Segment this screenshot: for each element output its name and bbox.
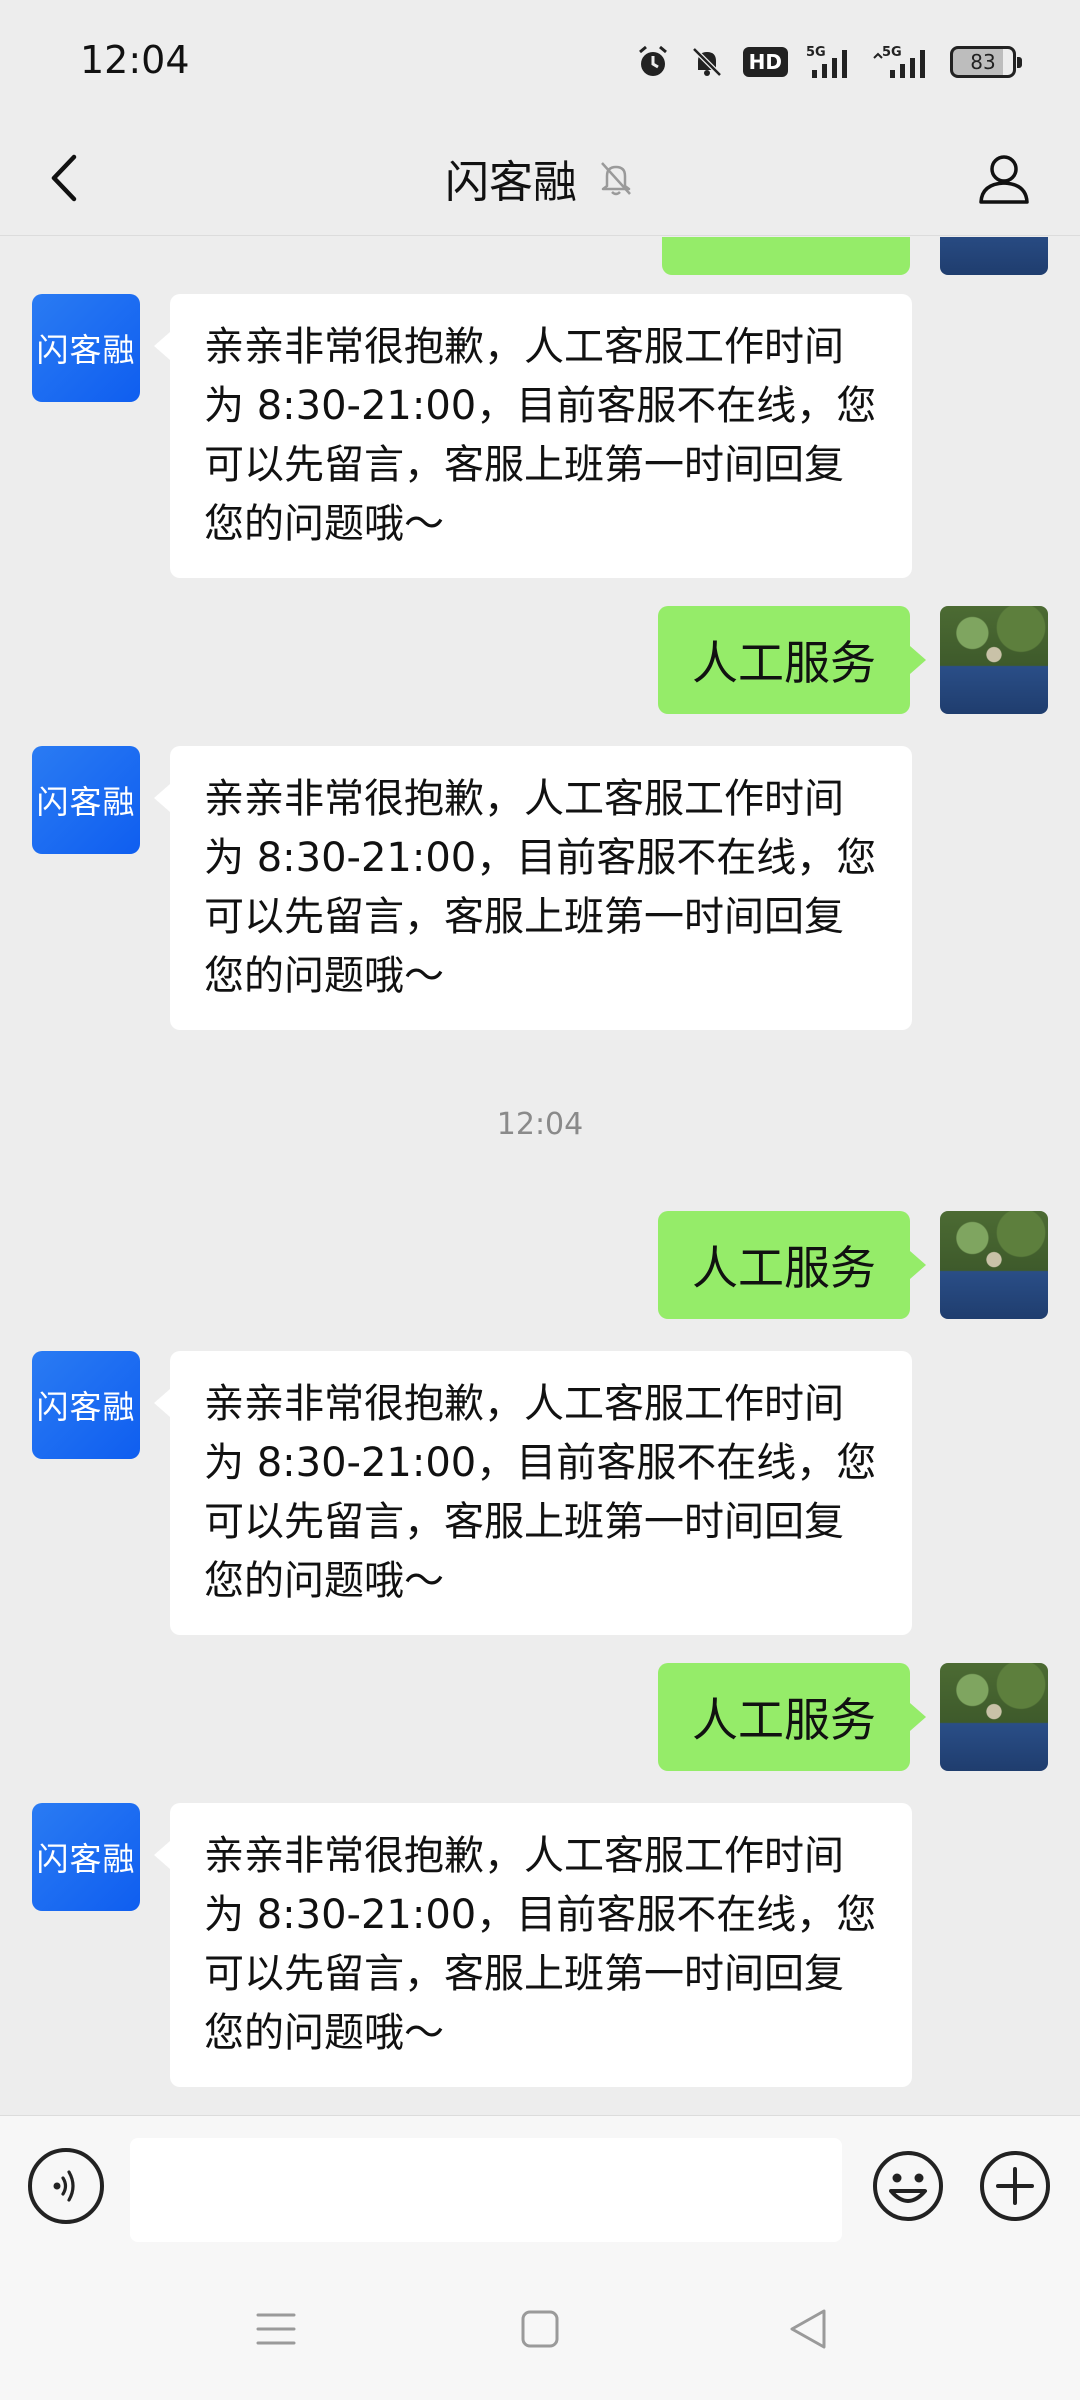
user-avatar[interactable] [940, 1663, 1048, 1771]
message-input[interactable] [130, 2138, 842, 2242]
received-bubble[interactable]: 亲亲非常很抱歉，人工客服工作时间为 8:30-21:00，目前客服不在线，您可以… [154, 294, 912, 578]
more-actions-button[interactable] [975, 2146, 1055, 2226]
received-bubble[interactable]: 亲亲非常很抱歉，人工客服工作时间为 8:30-21:00，目前客服不在线，您可以… [154, 1803, 912, 2087]
triangle-back-icon [790, 2309, 826, 2349]
person-icon [979, 155, 1029, 204]
sent-bubble[interactable]: 人工服务 [658, 606, 926, 714]
bell-slash-icon [601, 162, 631, 196]
battery-icon: 83 [950, 46, 1022, 78]
home-button[interactable] [508, 2297, 572, 2361]
menu-icon [256, 2313, 296, 2345]
bot-avatar[interactable]: 闪客融 [32, 294, 140, 402]
voice-input-button[interactable] [28, 2148, 104, 2224]
square-icon [521, 2310, 559, 2348]
battery-level: 83 [970, 50, 996, 74]
sent-bubble[interactable]: 人工服务 [658, 1663, 926, 1771]
chat-title-wrap: 闪客融 [0, 148, 1080, 208]
bot-avatar-label: 闪客融 [36, 783, 136, 821]
svg-text:5G: 5G [882, 45, 902, 60]
chat-title: 闪客融 [445, 157, 577, 208]
status-icons: HD 5G 5G 83 [635, 40, 1022, 84]
system-navigation-bar [0, 2255, 1080, 2400]
recent-apps-button[interactable] [244, 2297, 308, 2361]
user-avatar[interactable] [940, 606, 1048, 714]
bot-avatar[interactable]: 闪客融 [32, 746, 140, 854]
input-bar [0, 2115, 1080, 2255]
svg-text:5G: 5G [806, 45, 826, 60]
emoji-icon [873, 2151, 943, 2221]
hd-badge: HD [742, 47, 788, 77]
chat-timestamp: 12:04 [496, 1107, 584, 1142]
bot-avatar[interactable]: 闪客融 [32, 1803, 140, 1911]
status-time: 12:04 [80, 38, 190, 82]
alarm-icon [638, 45, 667, 76]
bot-avatar-label: 闪客融 [36, 1388, 136, 1426]
back-system-button[interactable] [776, 2297, 840, 2361]
received-bubble[interactable]: 亲亲非常很抱歉，人工客服工作时间为 8:30-21:00，目前客服不在线，您可以… [154, 1351, 912, 1635]
bot-avatar-label: 闪客融 [36, 331, 136, 369]
chat-header: 闪客融 [0, 120, 1080, 236]
sent-bubble[interactable]: 人工服务 [658, 1211, 926, 1319]
chat-message-list[interactable]: 闪客融 亲亲非常很抱歉，人工客服工作时间为 8:30-21:00，目前客服不在线… [0, 237, 1080, 2115]
plus-icon [980, 2151, 1050, 2221]
received-bubble[interactable]: 亲亲非常很抱歉，人工客服工作时间为 8:30-21:00，目前客服不在线，您可以… [154, 746, 912, 1030]
chat-info-button[interactable] [968, 142, 1040, 214]
emoji-button[interactable] [868, 2146, 948, 2226]
user-avatar[interactable] [940, 1211, 1048, 1319]
mute-notification-icon [691, 47, 722, 77]
signal-5g-icon: 5G [806, 45, 847, 78]
status-bar: 12:04 HD 5G 5G 83 [0, 0, 1080, 120]
sent-bubble-partial[interactable] [662, 237, 910, 275]
bot-avatar[interactable]: 闪客融 [32, 1351, 140, 1459]
signal-5g-icon-2: 5G [873, 45, 925, 78]
voice-icon [53, 2170, 75, 2202]
user-avatar[interactable] [940, 237, 1048, 275]
bot-avatar-label: 闪客融 [36, 1840, 136, 1878]
